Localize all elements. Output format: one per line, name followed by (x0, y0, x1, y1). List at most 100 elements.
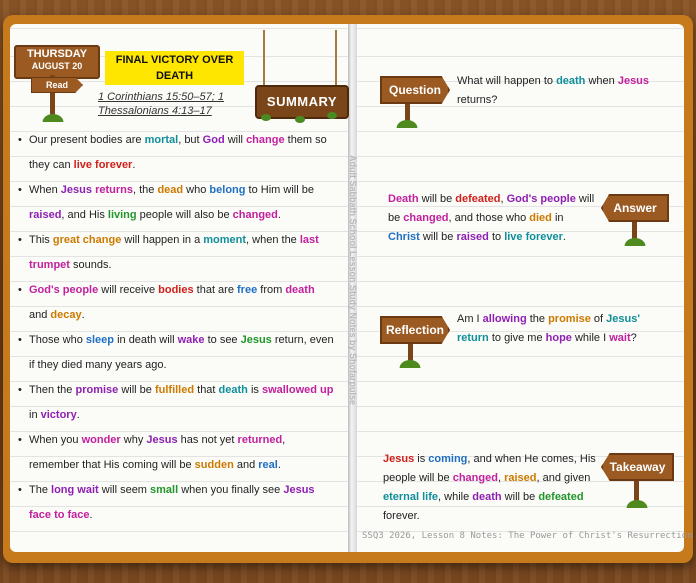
highlight-word: Death (388, 193, 419, 205)
text-run: who (183, 184, 210, 196)
highlight-word: Jesus (146, 434, 178, 446)
highlight-word: eternal life (383, 491, 439, 503)
text-run: , and those who (448, 212, 530, 224)
highlight-word: hope (545, 332, 572, 344)
text-run: that are (193, 284, 238, 296)
highlight-word: wake (177, 334, 205, 346)
text-run: is (247, 384, 262, 396)
summary-sign: SUMMARY (255, 30, 349, 130)
highlight-word: defeated (538, 491, 584, 503)
text-run: from (257, 284, 286, 296)
text-run: , when the (246, 234, 300, 246)
text-run: . (89, 509, 93, 521)
text-run: Our present bodies are (29, 134, 145, 146)
highlight-word: bodies (158, 284, 194, 296)
highlight-word: God (202, 134, 225, 146)
highlight-word: live forever (73, 159, 133, 171)
text-run: This (29, 234, 53, 246)
text-run: . (277, 459, 281, 471)
highlight-word: change (246, 134, 285, 146)
grass-icon (40, 112, 66, 122)
weekday-label: THURSDAY (26, 48, 88, 60)
grass-icon (624, 498, 650, 508)
text-run: When you (29, 434, 82, 446)
text-run: , the (132, 184, 158, 196)
footer-caption: SSQ3 2026, Lesson 8 Notes: The Power of … (362, 531, 693, 541)
highlight-word: death (556, 75, 586, 87)
text-run: and (233, 459, 259, 471)
vertical-credit: Adult Sabbath School Lesson Study Notes … (348, 155, 358, 406)
day-plank: THURSDAY AUGUST 20 (14, 45, 100, 79)
text-run: . (562, 231, 566, 243)
text-run: will (224, 134, 247, 146)
answer-text: Death will be defeated, God's people wil… (388, 190, 598, 247)
highlight-word: small (150, 484, 179, 496)
text-run: that (194, 384, 219, 396)
highlight-word: real (258, 459, 278, 471)
highlight-word: promise (548, 313, 591, 325)
text-run: in (29, 409, 41, 421)
highlight-word: Jesus (60, 184, 92, 196)
highlight-word: God's people (29, 284, 99, 296)
scripture-ref-link[interactable]: Thessalonians 4:13–17 (98, 104, 224, 118)
text-run: and (29, 309, 51, 321)
highlight-word: decay (50, 309, 82, 321)
text-run: . (132, 159, 136, 171)
highlight-word: moment (203, 234, 247, 246)
text-run: When (29, 184, 61, 196)
highlight-word: allowing (482, 313, 527, 325)
bullet-item: Our present bodies are mortal, but God w… (18, 128, 336, 178)
highlight-word: raised (29, 209, 62, 221)
lesson-title: FINAL VICTORY OVER DEATH (105, 51, 244, 85)
text-run: . (81, 309, 85, 321)
text-run: of (590, 313, 607, 325)
leaf-icon (295, 116, 305, 123)
highlight-word: God's people (506, 193, 576, 205)
highlight-word: Christ (388, 231, 420, 243)
read-sign: Read (31, 77, 83, 93)
bullet-item: Then the promise will be fulfilled that … (18, 378, 336, 428)
highlight-word: Jesus (383, 453, 415, 465)
highlight-word: free (237, 284, 258, 296)
highlight-word: mortal (144, 134, 179, 146)
text-run: will be (501, 491, 539, 503)
text-run: . (76, 409, 80, 421)
highlight-word: changed (452, 472, 498, 484)
text-run: will be (118, 384, 155, 396)
text-run: when you finally see (178, 484, 284, 496)
question-text: What will happen to death when Jesus ret… (457, 72, 657, 110)
highlight-word: promise (75, 384, 119, 396)
text-run: in death will (114, 334, 178, 346)
bullet-item: When Jesus returns, the dead who belong … (18, 178, 336, 228)
highlight-word: coming (428, 453, 468, 465)
highlight-word: victory (40, 409, 77, 421)
highlight-word: fulfilled (154, 384, 195, 396)
scripture-ref-link[interactable]: 1 Corinthians 15:50–57; 1 (98, 90, 224, 104)
highlight-word: living (107, 209, 137, 221)
highlight-word: returned (237, 434, 283, 446)
text-run: , but (178, 134, 203, 146)
highlight-word: defeated (455, 193, 501, 205)
text-run: ? (630, 332, 637, 344)
highlight-word: raised (456, 231, 489, 243)
highlight-word: death (285, 284, 315, 296)
text-run: why (120, 434, 147, 446)
bullet-item: When you wonder why Jesus has not yet re… (18, 428, 336, 478)
grass-icon (622, 236, 648, 246)
text-run: forever. (383, 510, 420, 522)
bullet-item: This great change will happen in a momen… (18, 228, 336, 278)
rope-right (335, 30, 337, 85)
text-run: in (551, 212, 564, 224)
text-run: sounds. (69, 259, 112, 271)
text-run: , and His (61, 209, 108, 221)
text-run: , and given (536, 472, 591, 484)
answer-sign: Answer (601, 194, 669, 222)
takeaway-sign: Takeaway (601, 453, 674, 481)
text-run: will happen in a (121, 234, 204, 246)
text-run: to give me (488, 332, 546, 344)
text-run: Those who (29, 334, 86, 346)
text-run: to see (204, 334, 241, 346)
text-run: when (585, 75, 618, 87)
highlight-word: Jesus (617, 75, 650, 87)
highlight-word: raised (504, 472, 537, 484)
